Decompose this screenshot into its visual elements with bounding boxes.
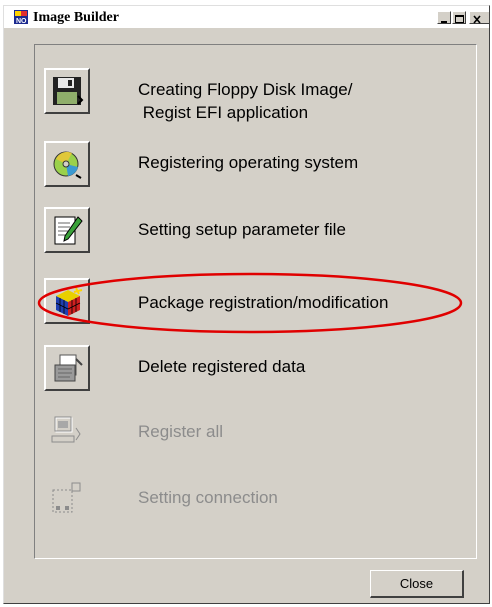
document-pen-icon (54, 216, 83, 245)
create-floppy-image-label-2: Regist EFI application (138, 103, 309, 122)
svg-text:NO: NO (16, 18, 27, 24)
setup-parameter-button[interactable] (44, 207, 90, 253)
register-all-label: Register all (138, 422, 224, 441)
minimize-icon (441, 21, 447, 23)
register-os-label: Registering operating system (138, 153, 359, 172)
item-register-all: Register all (44, 410, 474, 456)
highlight-ellipse (37, 272, 463, 334)
delete-registered-data-label: Delete registered data (138, 357, 306, 376)
delete-registered-data-button[interactable] (44, 345, 90, 391)
setup-parameter-label: Setting setup parameter file (138, 220, 346, 239)
register-all-icon (51, 416, 81, 443)
item-register-os[interactable]: Registering operating system (44, 141, 474, 187)
setting-connection-button (44, 476, 90, 522)
window-title: Image Builder (33, 10, 119, 25)
close-button[interactable]: Close (370, 570, 464, 598)
maximize-button[interactable] (452, 11, 466, 24)
maximize-icon (455, 15, 464, 23)
close-icon (473, 15, 481, 24)
close-window-button[interactable] (469, 11, 489, 24)
register-os-button[interactable] (44, 141, 90, 187)
register-all-button (44, 410, 90, 456)
title-bar: NO Image Builder (4, 6, 489, 28)
create-floppy-image-label-1: Creating Floppy Disk Image/ (138, 80, 353, 99)
floppy-disk-icon (53, 77, 84, 105)
item-setup-parameter[interactable]: Setting setup parameter file (44, 207, 474, 253)
setting-connection-label: Setting connection (138, 488, 278, 507)
minimize-button[interactable] (437, 11, 451, 24)
image-builder-window: NO Image Builder Creating Floppy Disk Im… (3, 5, 490, 604)
cd-disc-icon (53, 151, 82, 179)
item-delete-registered-data[interactable]: Delete registered data (44, 345, 474, 391)
image-builder-icon: NO (14, 10, 28, 24)
connection-icon (52, 482, 81, 513)
item-setting-connection: Setting connection (44, 476, 474, 522)
delete-data-icon (54, 354, 83, 382)
create-floppy-image-button[interactable] (44, 68, 90, 114)
